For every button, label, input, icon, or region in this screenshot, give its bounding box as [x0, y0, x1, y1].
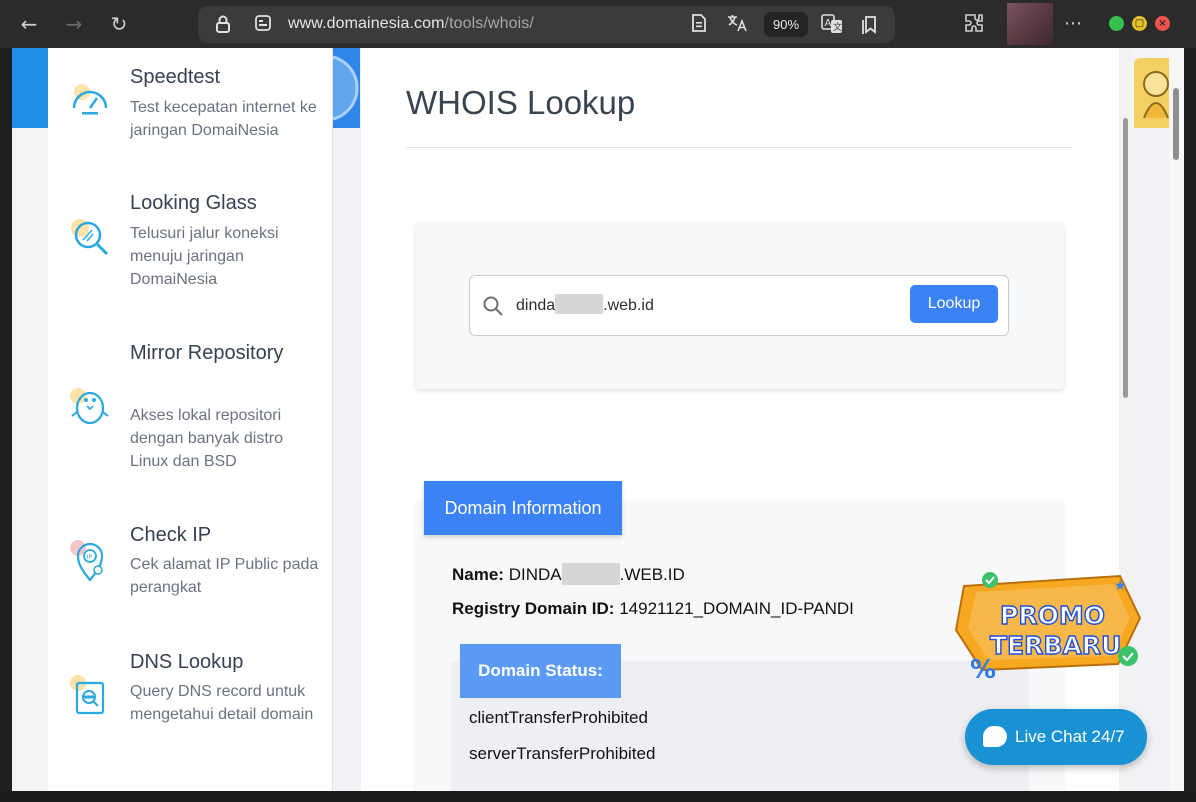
tools-dropdown-menu: Speedtest Test kecepatan internet ke jar… — [48, 48, 333, 791]
speedometer-icon — [68, 78, 112, 122]
domain-search-input[interactable]: dinda .web.id — [516, 294, 816, 315]
content-scrollbar[interactable] — [1119, 48, 1132, 791]
magnifier-icon — [68, 216, 112, 260]
hero-banner-left — [12, 48, 48, 128]
status-item: clientTransferProhibited — [469, 708, 648, 727]
page-title: WHOIS Lookup — [406, 84, 636, 121]
status-item: serverTransferProhibited — [469, 744, 656, 763]
web-page: Speedtest Test kecepatan internet ke jar… — [12, 48, 1184, 791]
immersive-translate-icon[interactable]: A文 — [821, 14, 843, 36]
lookup-button[interactable]: Lookup — [910, 285, 998, 323]
svg-text:A: A — [825, 18, 832, 29]
domain-information-tab: Domain Information — [424, 481, 622, 535]
bookmark-icon[interactable] — [859, 14, 881, 36]
sidebar-item-mirror-repository[interactable]: Mirror Repository Akses lokal repositori… — [48, 338, 333, 488]
registry-id-row: Registry Domain ID: 14921121_DOMAIN_ID-P… — [452, 599, 854, 618]
taskbar-strip — [0, 791, 1196, 802]
domain-name-row: Name: DINDA .WEB.ID — [452, 563, 685, 585]
promo-line-2: TERBARU — [990, 631, 1121, 660]
site-info-icon[interactable] — [252, 14, 274, 36]
maximize-window-icon[interactable]: ▢ — [1132, 16, 1147, 31]
sidebar-item-speedtest[interactable]: Speedtest Test kecepatan internet ke jar… — [48, 48, 333, 168]
promo-line-1: PROMO — [1000, 601, 1105, 630]
sidebar-item-dns-lookup[interactable]: DNS Lookup Query DNS record untuk menget… — [48, 647, 333, 767]
page-scrollbar[interactable] — [1169, 48, 1184, 791]
main-content: WHOIS Lookup dinda .web.id Lookup Domain … — [361, 48, 1119, 791]
page-scroll-thumb[interactable] — [1173, 88, 1179, 160]
content-scroll-thumb[interactable] — [1123, 118, 1128, 398]
close-window-icon[interactable]: × — [1155, 16, 1170, 31]
live-chat-button[interactable]: Live Chat 24/7 — [965, 709, 1147, 765]
reader-view-icon[interactable] — [688, 14, 710, 36]
domain-status-tab: Domain Status: — [460, 644, 621, 698]
redacted-text — [561, 563, 620, 585]
lookup-card: dinda .web.id Lookup — [415, 222, 1064, 389]
address-bar[interactable]: www.domainesia.com/tools/whois/ 90% A文 — [198, 6, 895, 43]
reload-icon[interactable]: ↻ — [107, 12, 131, 36]
sidebar-item-check-ip[interactable]: IP Check IP Cek alamat IP Public pada pe… — [48, 520, 333, 620]
minimize-window-icon[interactable] — [1109, 16, 1124, 31]
back-arrow-icon[interactable]: ← — [17, 12, 41, 36]
url-text[interactable]: www.domainesia.com/tools/whois/ — [288, 15, 534, 33]
chat-bubble-icon — [983, 726, 1007, 747]
search-icon — [482, 295, 504, 317]
search-box[interactable]: dinda .web.id Lookup — [469, 275, 1009, 336]
redacted-text — [555, 294, 604, 314]
translate-icon[interactable] — [726, 14, 748, 36]
forward-arrow-icon[interactable]: → — [62, 12, 86, 36]
page-background-strip — [12, 128, 48, 791]
svg-text:★: ★ — [1114, 578, 1127, 594]
location-pin-icon: IP — [68, 538, 112, 582]
lock-icon[interactable] — [212, 14, 234, 36]
browser-toolbar: ← → ↻ www.domainesia.com/tools/whois/ 90… — [0, 0, 1196, 48]
profile-avatar[interactable] — [1007, 3, 1053, 45]
extensions-icon[interactable] — [962, 12, 986, 36]
promo-badge[interactable]: % ★ PROMO TERBARU — [942, 568, 1147, 685]
dns-search-icon — [68, 673, 112, 717]
svg-text:IP: IP — [87, 553, 93, 561]
zoom-level-badge[interactable]: 90% — [764, 12, 808, 37]
title-divider — [406, 147, 1073, 148]
sidebar-item-looking-glass[interactable]: Looking Glass Telusuri jalur koneksi men… — [48, 186, 333, 306]
hero-globe-graphic — [291, 48, 360, 128]
more-menu-icon[interactable]: ⋯ — [1061, 12, 1085, 36]
svg-text:文: 文 — [833, 21, 842, 33]
penguin-icon — [68, 382, 112, 426]
